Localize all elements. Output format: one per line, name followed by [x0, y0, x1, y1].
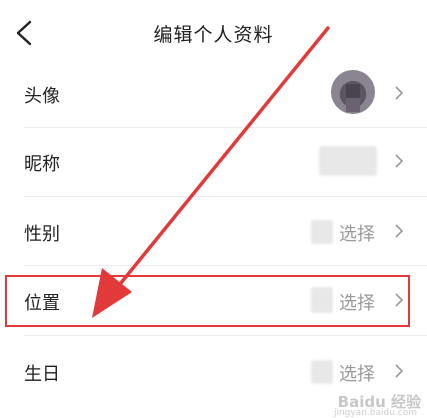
row-nickname[interactable]: 昵称 — [0, 128, 427, 196]
row-avatar[interactable]: 头像 — [0, 60, 427, 128]
chevron-right-icon — [395, 86, 404, 100]
row-label: 昵称 — [24, 154, 60, 175]
watermark-url: jingyan.baidu.com — [333, 408, 417, 418]
chevron-right-icon — [395, 224, 404, 238]
chevron-right-icon — [395, 154, 404, 168]
divider — [24, 335, 427, 336]
birthday-blurred-value — [311, 360, 333, 384]
row-gender[interactable]: 性别 选择 — [0, 198, 427, 266]
chevron-right-icon — [395, 364, 404, 378]
divider — [24, 265, 427, 266]
nickname-blurred-value — [319, 146, 377, 176]
row-value: 选择 — [339, 224, 375, 245]
row-value: 选择 — [339, 364, 375, 385]
row-label: 性别 — [24, 224, 60, 245]
row-label: 生日 — [24, 364, 60, 385]
highlight-box — [5, 275, 410, 327]
page-title: 编辑个人资料 — [153, 24, 274, 46]
header-bar: 编辑个人资料 — [0, 0, 427, 66]
avatar-pixel — [346, 98, 360, 112]
avatar-pixel — [346, 84, 360, 98]
avatar[interactable] — [331, 70, 375, 114]
row-label: 头像 — [24, 86, 60, 107]
divider — [24, 196, 427, 197]
gender-blurred-value — [311, 220, 333, 244]
